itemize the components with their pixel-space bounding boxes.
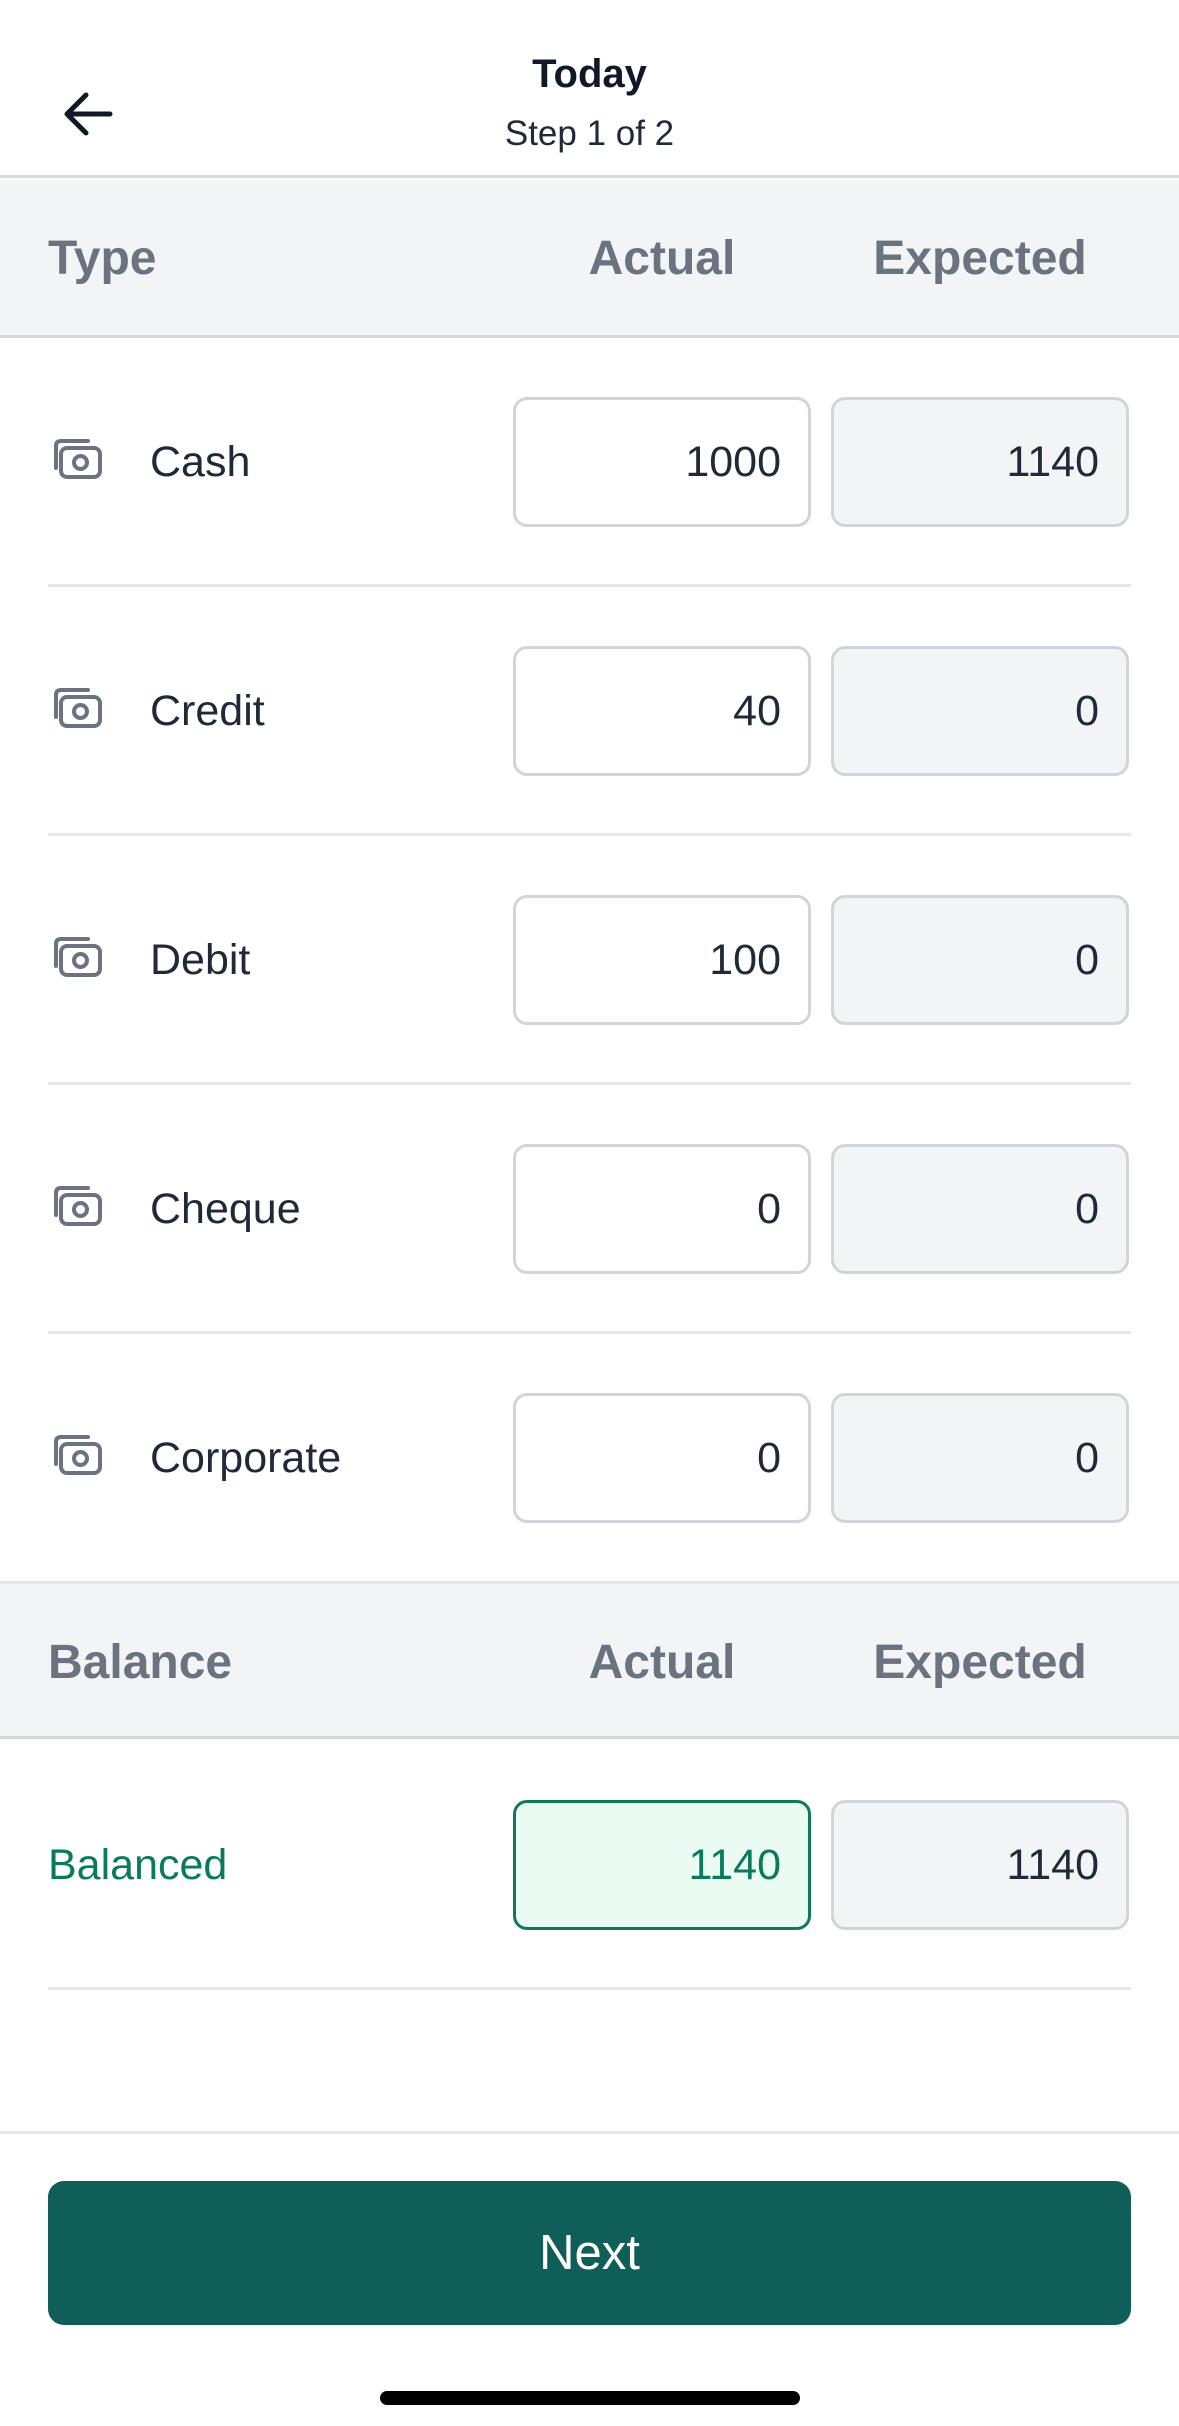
column-header-expected: Expected <box>873 232 1087 285</box>
column-header-balance: Balance <box>48 1636 233 1689</box>
actual-amount-input[interactable]: 0 <box>513 1393 811 1523</box>
payment-type-label: Debit <box>150 936 251 984</box>
payment-row-debit: Debit 100 0 <box>48 836 1131 1085</box>
column-header-type: Type <box>48 232 157 285</box>
balance-actual-field: 1140 <box>513 1800 811 1930</box>
top-bar: Today Step 1 of 2 <box>0 0 1179 178</box>
payment-row-credit: Credit 40 0 <box>48 587 1131 836</box>
balance-row: Balanced 1140 1140 <box>48 1741 1131 1990</box>
expected-amount-field: 1140 <box>831 397 1129 527</box>
balance-status: Balanced <box>48 1841 228 1889</box>
footer: Next <box>0 2131 1179 2426</box>
payment-type-label: Cheque <box>150 1185 301 1233</box>
actual-amount-input[interactable]: 100 <box>513 895 811 1025</box>
balance-table-header: Balance Actual Expected <box>0 1581 1179 1739</box>
column-header-actual: Actual <box>588 1636 736 1689</box>
camera-icon <box>54 1435 102 1475</box>
column-header-expected: Expected <box>873 1636 1087 1689</box>
camera-icon <box>54 439 102 479</box>
payment-type-label: Cash <box>150 438 251 486</box>
payments-table-header: Type Actual Expected <box>0 180 1179 338</box>
page-title: Today <box>532 52 647 96</box>
balance-expected-field: 1140 <box>831 1800 1129 1930</box>
actual-amount-input[interactable]: 0 <box>513 1144 811 1274</box>
payment-row-corporate: Corporate 0 0 <box>48 1334 1131 1583</box>
expected-amount-field: 0 <box>831 895 1129 1025</box>
column-header-actual: Actual <box>588 232 736 285</box>
actual-amount-input[interactable]: 40 <box>513 646 811 776</box>
payment-row-cheque: Cheque 0 0 <box>48 1085 1131 1334</box>
payment-type-label: Corporate <box>150 1434 342 1482</box>
camera-icon <box>54 937 102 977</box>
actual-amount-input[interactable]: 1000 <box>513 397 811 527</box>
expected-amount-field: 0 <box>831 1144 1129 1274</box>
camera-icon <box>54 688 102 728</box>
next-button[interactable]: Next <box>48 2181 1131 2325</box>
expected-amount-field: 0 <box>831 1393 1129 1523</box>
step-indicator: Step 1 of 2 <box>504 114 675 153</box>
expected-amount-field: 0 <box>831 646 1129 776</box>
camera-icon <box>54 1186 102 1226</box>
payment-row-cash: Cash 1000 1140 <box>48 338 1131 587</box>
payment-type-label: Credit <box>150 687 265 735</box>
home-indicator <box>380 2391 800 2405</box>
